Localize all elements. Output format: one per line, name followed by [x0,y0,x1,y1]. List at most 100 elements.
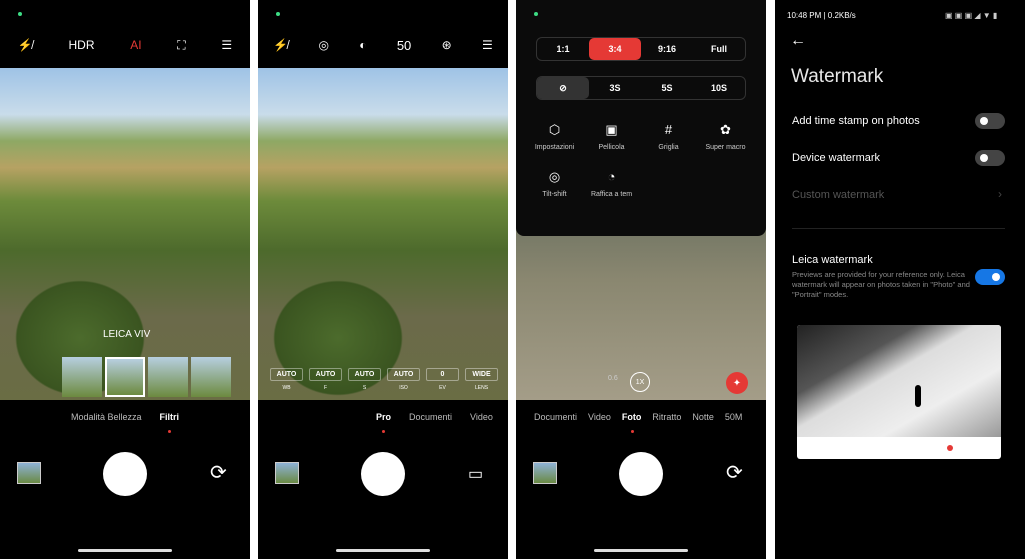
settings-icon: ⬡ [548,122,561,137]
pro-f[interactable]: AUTO F [309,368,342,391]
tool-settings[interactable]: ⬡ Impostazioni [526,122,583,151]
pro-label: WB [282,385,291,391]
metering-icon[interactable]: ◎ [318,38,328,52]
viewfinder[interactable] [0,68,250,400]
mode-documenti[interactable]: Documenti [534,412,577,422]
shutter-button[interactable] [103,452,147,496]
timestamp-toggle[interactable] [975,113,1005,129]
camera-pro-screen: ⚡̸ ◎ ◐ 50 ⊛ ☰ AUTO WB AUTO F AUTO S AUTO ISO… [258,0,508,559]
back-arrow-icon[interactable]: ← [790,32,806,50]
pro-value: AUTO [348,368,381,381]
custom-watermark[interactable]: Custom watermark [792,189,884,201]
mode-video[interactable]: Video [588,412,611,422]
flash-off-icon[interactable]: ⚡̸ [273,38,288,52]
gallery-thumbnail[interactable] [275,462,299,484]
mode-pro[interactable]: Pro [376,412,391,422]
ratio-full[interactable]: Full [693,38,745,60]
gallery-thumbnail[interactable] [17,462,41,484]
ai-scene-icon[interactable]: ✦ [726,372,748,394]
home-indicator[interactable] [594,549,688,552]
device-watermark-toggle[interactable] [975,150,1005,166]
pro-wb[interactable]: AUTO WB [270,368,303,391]
filter-icon[interactable]: ⊛ [442,38,452,52]
chevron-right-icon: › [998,187,1002,201]
mode-documenti[interactable]: Documenti [409,412,452,422]
mode-beauty[interactable]: Modalità Bellezza [71,412,142,422]
timer-10s[interactable]: 10S [693,77,745,99]
pro-label: F [323,385,328,391]
zoom-button[interactable]: 1X [630,372,650,392]
zoom-alt[interactable]: 0.6 [608,375,618,382]
shutter-button[interactable] [361,452,405,496]
leica-logo [947,445,953,451]
timer-selector[interactable]: ⊘ 3S 5S 10S [536,76,746,100]
timer-3s[interactable]: 3S [589,77,641,99]
pro-lens[interactable]: WIDE LENS [465,368,498,391]
pro-s[interactable]: AUTO S [348,368,381,391]
home-indicator[interactable] [78,549,172,552]
tool-label: Super macro [705,144,746,151]
filter-thumb[interactable] [62,357,102,397]
ratio-3-4[interactable]: 3:4 [589,38,641,60]
shutter-button[interactable] [619,452,663,496]
tool-film[interactable]: ▣ Pellicola [583,122,640,151]
tilt-shift-icon: ◎ [548,169,561,184]
tool-super-macro[interactable]: ✿ Super macro [697,122,754,151]
active-indicator [631,430,634,433]
pro-label: LENS [474,385,489,391]
camera-settings-menu-screen: 1:1 3:4 9:16 Full ⊘ 3S 5S 10S ⬡ Impostazi… [516,0,766,559]
menu-icon[interactable]: ☰ [482,38,493,52]
mode-video[interactable]: Video [470,412,493,422]
watermark-preview [797,325,1001,459]
menu-icon[interactable]: ☰ [221,38,232,52]
preview-photo [797,325,1001,437]
filter-thumb[interactable] [191,357,231,397]
device-watermark-label: Device watermark [792,152,881,164]
pro-label: S [362,385,367,391]
status-dot [18,12,22,16]
tool-burst[interactable]: ◔ Raffica a tem [583,169,640,198]
mode-ritratto[interactable]: Ritratto [652,412,681,422]
status-dot [534,12,538,16]
ratio-1-1[interactable]: 1:1 [537,38,589,60]
leica-watermark-toggle[interactable] [975,269,1005,285]
leica-watermark-label: Leica watermark [792,254,873,266]
contrast-icon[interactable]: ◐ [359,38,366,52]
timer-off-icon[interactable]: ⊘ [537,77,589,99]
status-icons: ▣ ▣ ▣ ◢ ▼ ▮ [945,11,998,20]
ratio-9-16[interactable]: 9:16 [641,38,693,60]
hdr-button[interactable]: HDR [69,38,95,52]
mode-foto[interactable]: Foto [622,412,642,422]
ai-button[interactable]: AI [130,38,141,52]
aspect-ratio-selector[interactable]: 1:1 3:4 9:16 Full [536,37,746,61]
mode-filters[interactable]: Filtri [160,412,180,422]
tool-label: Impostazioni [534,144,575,151]
filter-thumb[interactable] [148,357,188,397]
quick-settings-menu: 1:1 3:4 9:16 Full ⊘ 3S 5S 10S ⬡ Impostazi… [516,0,766,236]
pro-iso[interactable]: AUTO ISO [387,368,420,391]
timer-5s[interactable]: 5S [641,77,693,99]
mode-notte[interactable]: Notte [692,412,714,422]
tool-grid[interactable]: # Griglia [640,122,697,151]
home-indicator[interactable] [336,549,430,552]
camera-filters-screen: ⚡̸ HDR AI ⛶ ☰ LEICA VIV Modalità Bellezz… [0,0,250,559]
pro-ev[interactable]: 0 EV [426,368,459,391]
filter-strip[interactable] [62,357,231,397]
tool-label: Pellicola [598,144,625,151]
viewfinder[interactable] [258,68,508,400]
mode-50m[interactable]: 50M [725,412,743,422]
flash-off-icon[interactable]: ⚡̸ [18,38,33,52]
focal-button[interactable]: 50 [397,38,411,53]
gallery-thumbnail[interactable] [533,462,557,484]
pro-value: 0 [426,368,459,381]
switch-camera-icon[interactable]: ⟳ [726,460,743,485]
video-icon[interactable]: ▭ [468,464,483,484]
switch-camera-icon[interactable]: ⟳ [210,460,227,485]
tool-tilt-shift[interactable]: ◎ Tilt-shift [526,169,583,198]
pro-value: AUTO [309,368,342,381]
filter-thumb-selected[interactable] [105,357,145,397]
preview-person [915,385,921,407]
page-title: Watermark [791,66,884,87]
status-dot [276,12,280,16]
focus-icon[interactable]: ⛶ [177,38,185,53]
